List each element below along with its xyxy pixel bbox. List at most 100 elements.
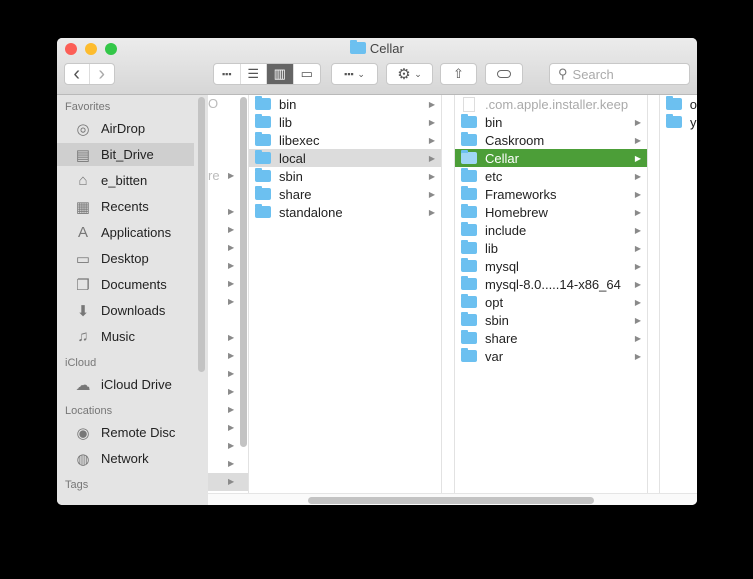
disclosure-arrow-icon: ▶: [228, 351, 235, 360]
item-name: include: [485, 222, 527, 238]
folder-icon: [350, 40, 367, 54]
folder-icon: [461, 114, 477, 128]
sidebar-item-recents[interactable]: ▦ Recents: [57, 195, 194, 218]
sidebar-section-header: iCloud: [65, 357, 97, 369]
sidebar-item-remote-disc[interactable]: ◉ Remote Disc: [57, 421, 194, 444]
horizontal-scroll-thumb[interactable]: [308, 497, 594, 504]
list-view-icon[interactable]: ☰: [241, 64, 267, 84]
list-item[interactable]: local ▶: [249, 149, 441, 167]
list-item[interactable]: sbin ▶: [455, 311, 647, 329]
group-icon: ▪▪▪: [344, 69, 354, 79]
forward-button[interactable]: ›: [90, 63, 114, 85]
group-button[interactable]: ▪▪▪ ⌄: [331, 63, 378, 85]
column-resize-3[interactable]: [648, 95, 660, 493]
disclosure-arrow-icon: ▶: [228, 423, 235, 432]
column-resize-2[interactable]: [442, 95, 455, 493]
list-item[interactable]: mysql-8.0.....14-x86_64 ▶: [455, 275, 647, 293]
nav-buttons: ‹ ›: [64, 63, 115, 85]
list-item[interactable]: lib ▶: [455, 239, 647, 257]
sidebar-item-downloads[interactable]: ⬇ Downloads: [57, 299, 194, 322]
list-item[interactable]: bin ▶: [249, 95, 441, 113]
network-icon: ◍: [76, 450, 90, 468]
partial-item-label: O: [208, 96, 219, 111]
item-name: share: [485, 330, 518, 346]
list-item[interactable]: Homebrew ▶: [455, 203, 647, 221]
share-button[interactable]: ⇧: [440, 63, 477, 85]
sidebar-item-icloud-drive[interactable]: ☁ iCloud Drive: [57, 373, 194, 396]
item-name: bin: [485, 114, 503, 130]
tags-button[interactable]: [485, 63, 523, 85]
disclosure-arrow-icon: ▶: [634, 207, 641, 217]
list-item[interactable]: libexec ▶: [249, 131, 441, 149]
list-item[interactable]: sbin ▶: [249, 167, 441, 185]
horizontal-scrollbar[interactable]: [208, 493, 697, 505]
sidebar-item-label: Desktop: [101, 251, 149, 266]
sidebar-item-e-bitten[interactable]: ⌂ e_bitten: [57, 169, 194, 192]
music-icon: ♫: [77, 328, 89, 345]
sidebar-item-network[interactable]: ◍ Network: [57, 447, 194, 470]
item-name: lib: [279, 114, 293, 130]
item-name: Caskroom: [485, 132, 545, 148]
column-view-icon[interactable]: ▥: [267, 64, 294, 84]
item-name: bin: [279, 96, 297, 112]
sidebar-item-music[interactable]: ♫ Music: [57, 325, 194, 348]
sidebar-item-label: Bit_Drive: [101, 147, 154, 162]
column-1-scrollbar[interactable]: [240, 97, 247, 447]
sidebar-item-desktop[interactable]: ▭ Desktop: [57, 247, 194, 270]
chevron-down-icon: ⌄: [414, 68, 422, 79]
list-item[interactable]: Caskroom ▶: [455, 131, 647, 149]
home-icon: ⌂: [78, 172, 88, 189]
folder-icon: [255, 150, 271, 164]
list-item[interactable]: Cellar ▶: [455, 149, 647, 167]
sidebar-item-label: AirDrop: [101, 121, 146, 136]
list-item[interactable]: var ▶: [455, 347, 647, 365]
sidebar-item-airdrop[interactable]: ◎ AirDrop: [57, 117, 194, 140]
list-item[interactable]: mysql ▶: [455, 257, 647, 275]
list-item[interactable]: y: [660, 113, 697, 131]
sidebar-item-bit-drive[interactable]: ▤ Bit_Drive: [57, 143, 194, 166]
list-item[interactable]: Frameworks ▶: [455, 185, 647, 203]
list-item[interactable]: bin ▶: [455, 113, 647, 131]
disclosure-arrow-icon: ▶: [428, 135, 435, 145]
search-field[interactable]: ⚲ Search: [549, 63, 690, 85]
disclosure-arrow-icon: ▶: [228, 207, 235, 216]
window-title-text: Cellar: [369, 41, 404, 56]
list-item[interactable]: opt ▶: [455, 293, 647, 311]
sidebar-item-label: Downloads: [101, 303, 166, 318]
item-name: share: [279, 186, 312, 202]
list-item[interactable]: include ▶: [455, 221, 647, 239]
disclosure-arrow-icon: ▶: [228, 369, 235, 378]
item-name: y: [690, 114, 697, 130]
sidebar-item-label: iCloud Drive: [101, 377, 172, 392]
gear-icon: ⚙: [397, 66, 411, 83]
sidebar-section-header: Favorites: [65, 101, 111, 113]
gallery-view-icon[interactable]: ▭: [294, 64, 320, 84]
disclosure-arrow-icon: ▶: [428, 207, 435, 217]
list-item[interactable]: etc ▶: [455, 167, 647, 185]
disclosure-arrow-icon: ▶: [228, 243, 235, 252]
sidebar-item-applications[interactable]: A Applications: [57, 221, 194, 244]
list-item[interactable]: .com.apple.installer.keep: [455, 95, 647, 113]
sidebar-scrollbar[interactable]: [198, 97, 205, 372]
alias-folder-icon: [461, 258, 477, 272]
column-1: ▶ ▶ ▶ ▶ ▶ ▶ ▶ ▶ ▶ ▶ ▶ ▶ ▶ ▶ ▶ ▶ Ore: [208, 95, 249, 493]
back-button[interactable]: ‹: [65, 63, 90, 85]
list-item[interactable]: share ▶: [455, 329, 647, 347]
disclosure-arrow-icon: ▶: [634, 351, 641, 361]
item-name: o: [689, 96, 697, 112]
disclosure-arrow-icon: ▶: [228, 459, 235, 468]
list-item[interactable]: standalone ▶: [249, 203, 441, 221]
sidebar-item-label: Recents: [101, 199, 149, 214]
list-item[interactable]: o: [660, 95, 697, 113]
action-button[interactable]: ⚙ ⌄: [386, 63, 433, 85]
list-item[interactable]: share ▶: [249, 185, 441, 203]
sidebar-item-documents[interactable]: ❐ Documents: [57, 273, 194, 296]
list-item[interactable]: lib ▶: [249, 113, 441, 131]
column-2: bin ▶ lib ▶ libexec ▶ local ▶ sbin ▶ share ▶ standal…: [249, 95, 442, 493]
icon-view-icon[interactable]: ▪▪▪: [214, 64, 241, 84]
folder-icon: [255, 204, 271, 218]
search-icon: ⚲: [558, 66, 568, 81]
view-mode-control: ▪▪▪ ☰ ▥ ▭: [213, 63, 321, 85]
share-icon: ⇧: [453, 66, 464, 81]
disclosure-arrow-icon: ▶: [228, 171, 235, 180]
